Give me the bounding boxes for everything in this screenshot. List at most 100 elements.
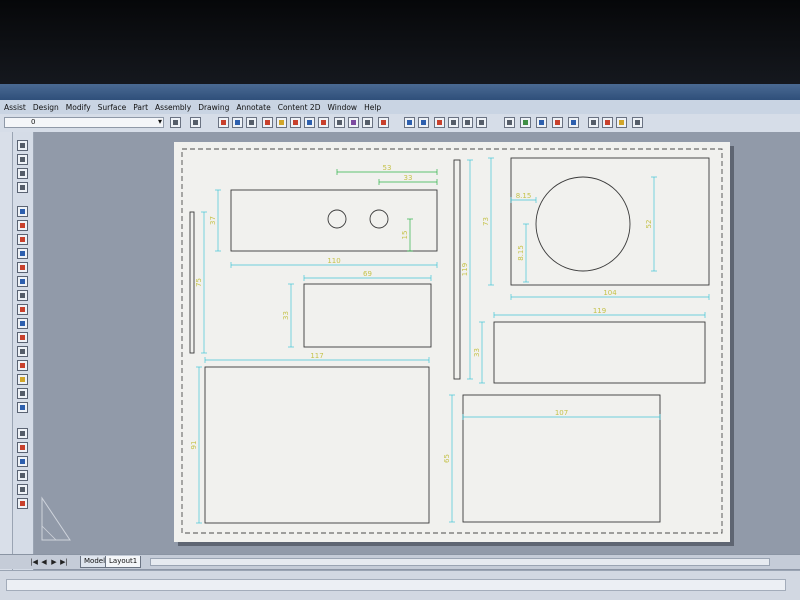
ucs-triangle-icon: [41, 496, 71, 541]
array-icon[interactable]: [17, 374, 28, 385]
area-icon[interactable]: [17, 442, 28, 453]
first-tab-button[interactable]: |◀: [30, 558, 38, 566]
menu-surface[interactable]: Surface: [98, 103, 127, 112]
polyline-icon[interactable]: [17, 154, 28, 165]
table-icon[interactable]: [448, 117, 459, 128]
monitor-bezel: [0, 0, 800, 84]
calculator-icon[interactable]: [348, 117, 359, 128]
prev-tab-button[interactable]: ◀: [40, 558, 48, 566]
draw-toolbar: [13, 132, 34, 572]
dim-circle-offset-x-label: 8.15: [516, 192, 532, 200]
plot-icon[interactable]: [632, 117, 643, 128]
dim-plate1-height-label: 37: [209, 216, 217, 225]
layer-icon[interactable]: [588, 117, 599, 128]
massprop-icon[interactable]: [17, 484, 28, 495]
light-icon[interactable]: [552, 117, 563, 128]
tab-layout1[interactable]: Layout1: [105, 556, 142, 568]
hole-left: [327, 209, 347, 229]
material-icon[interactable]: [568, 117, 579, 128]
flag-icon[interactable]: [17, 498, 28, 509]
leader-icon[interactable]: [434, 117, 445, 128]
explode-icon[interactable]: [17, 388, 28, 399]
scale-icon[interactable]: [17, 276, 28, 287]
menu-assembly[interactable]: Assembly: [155, 103, 191, 112]
text-icon[interactable]: [418, 117, 429, 128]
dim-left-strip-label: 75: [195, 278, 203, 287]
technical-drawing: 75 110 37 53 33 15 69 33 117 91 119 104 73 52 8.15 8.15…: [181, 148, 723, 534]
last-tab-button[interactable]: ▶|: [60, 558, 68, 566]
offset-icon[interactable]: [17, 332, 28, 343]
next-tab-button[interactable]: ▶: [50, 558, 58, 566]
zoom-window-icon[interactable]: [290, 117, 301, 128]
grid-icon[interactable]: [246, 117, 257, 128]
orbit-icon[interactable]: [520, 117, 531, 128]
dim-holes-inner-label: 33: [404, 174, 413, 182]
command-input[interactable]: [6, 579, 786, 591]
side-panel: [0, 132, 13, 572]
copy-icon[interactable]: [17, 248, 28, 259]
block-icon[interactable]: [462, 117, 473, 128]
linetype-icon[interactable]: [616, 117, 627, 128]
trim-icon[interactable]: [17, 304, 28, 315]
snap-icon[interactable]: [218, 117, 229, 128]
menu-design[interactable]: Design: [33, 103, 59, 112]
dim-holes-outer-label: 53: [383, 164, 392, 172]
measure-icon[interactable]: [334, 117, 345, 128]
help-icon[interactable]: [378, 117, 389, 128]
dim-hole-height-label: 15: [401, 231, 409, 240]
large-plate: [204, 366, 430, 524]
layout-paper: 75 110 37 53 33 15 69 33 117 91 119 104 73 52 8.15 8.15…: [174, 142, 730, 542]
dim-large-plate-height-label: 91: [190, 441, 198, 450]
hole-right: [369, 209, 389, 229]
dim-bottom-right-width-label: 107: [555, 409, 568, 417]
extend-icon[interactable]: [17, 318, 28, 329]
stretch-icon[interactable]: [17, 402, 28, 413]
mirror-icon[interactable]: [17, 290, 28, 301]
hatch-icon[interactable]: [17, 220, 28, 231]
pan-icon[interactable]: [262, 117, 273, 128]
menu-window[interactable]: Window: [327, 103, 357, 112]
properties-icon[interactable]: [362, 117, 373, 128]
dim-circle-offset-y-label: 8.15: [517, 245, 525, 261]
layer-select[interactable]: 0 ▾: [4, 117, 164, 128]
move-icon[interactable]: [17, 234, 28, 245]
ortho-icon[interactable]: [232, 117, 243, 128]
line-icon[interactable]: [17, 140, 28, 151]
rectangle-icon[interactable]: [17, 182, 28, 193]
color-icon[interactable]: [602, 117, 613, 128]
chevron-down-icon[interactable]: ▾: [158, 117, 162, 126]
horizontal-scrollbar[interactable]: [150, 558, 770, 566]
menu-annotate[interactable]: Annotate: [236, 103, 270, 112]
render-icon[interactable]: [318, 117, 329, 128]
menu-part[interactable]: Part: [133, 103, 148, 112]
dist-icon[interactable]: [17, 428, 28, 439]
menu-modify[interactable]: Modify: [66, 103, 91, 112]
chamfer-icon[interactable]: [17, 360, 28, 371]
rotate-icon[interactable]: [17, 262, 28, 273]
dim-plate1-width-label: 110: [327, 257, 340, 265]
list-icon[interactable]: [17, 470, 28, 481]
arc-icon[interactable]: [17, 168, 28, 179]
dim-circle-plate-width-label: 104: [603, 289, 617, 297]
undo-icon[interactable]: [170, 117, 181, 128]
regen-icon[interactable]: [304, 117, 315, 128]
menu-help[interactable]: Help: [364, 103, 381, 112]
circle-icon[interactable]: [17, 206, 28, 217]
title-bar: [0, 84, 800, 100]
left-strip: [189, 211, 195, 354]
menu-assist[interactable]: Assist: [4, 103, 26, 112]
id-point-icon[interactable]: [17, 456, 28, 467]
dim-tall-strip-label: 119: [461, 263, 469, 276]
menu-drawing[interactable]: Drawing: [198, 103, 229, 112]
menu-content-2d[interactable]: Content 2D: [278, 103, 321, 112]
zoom-icon[interactable]: [276, 117, 287, 128]
view-icon[interactable]: [504, 117, 515, 128]
redo-icon[interactable]: [190, 117, 201, 128]
large-circle: [535, 176, 631, 272]
insert-icon[interactable]: [476, 117, 487, 128]
dim-small-plate-height-label: 33: [282, 311, 290, 320]
fillet-icon[interactable]: [17, 346, 28, 357]
dim-right-plate-height-label: 33: [473, 348, 481, 357]
dimension-icon[interactable]: [404, 117, 415, 128]
shade-icon[interactable]: [536, 117, 547, 128]
